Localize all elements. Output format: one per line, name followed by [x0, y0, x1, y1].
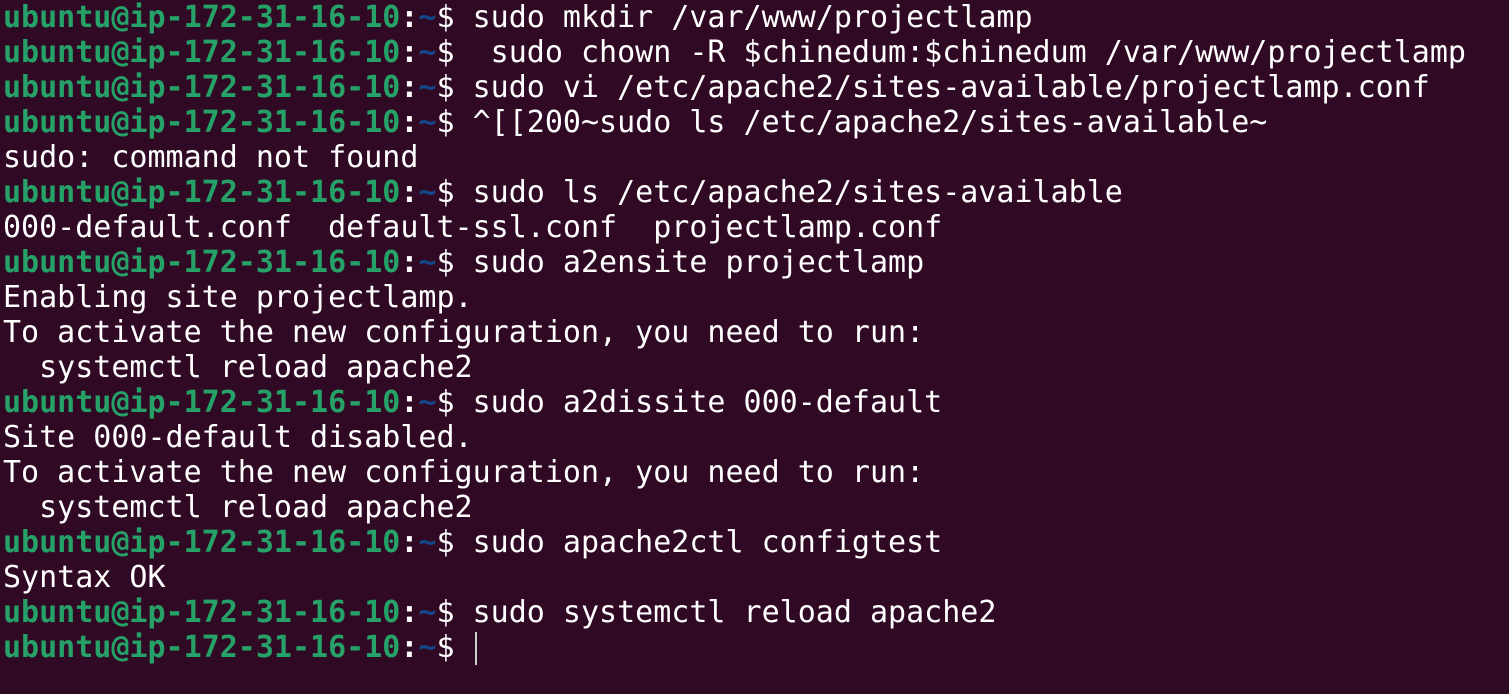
output-text: 000-default.conf default-ssl.conf projec… [3, 210, 943, 245]
prompt-cwd: ~ [418, 595, 437, 630]
command-text: sudo systemctl reload apache2 [454, 595, 997, 630]
prompt-line: ubuntu@ip-172-31-16-10:~$ sudo apache2ct… [3, 525, 1509, 560]
prompt-dollar: $ [436, 35, 455, 70]
prompt-cwd: ~ [418, 0, 437, 35]
prompt-colon: : [400, 245, 419, 280]
prompt-user-host: ubuntu@ip-172-31-16-10 [3, 0, 401, 35]
prompt-line: ubuntu@ip-172-31-16-10:~$ [3, 630, 1509, 665]
prompt-dollar: $ [436, 175, 455, 210]
prompt-dollar: $ [436, 105, 455, 140]
prompt-line: ubuntu@ip-172-31-16-10:~$ sudo systemctl… [3, 595, 1509, 630]
output-text: Site 000-default disabled. [3, 420, 473, 455]
prompt-cwd: ~ [418, 630, 437, 665]
command-text: sudo mkdir /var/www/projectlamp [454, 0, 1033, 35]
prompt-colon: : [400, 595, 419, 630]
prompt-cwd: ~ [418, 70, 437, 105]
prompt-user-host: ubuntu@ip-172-31-16-10 [3, 70, 401, 105]
output-text: systemctl reload apache2 [3, 350, 473, 385]
prompt-colon: : [400, 105, 419, 140]
output-line: Syntax OK [3, 560, 1509, 595]
prompt-line: ubuntu@ip-172-31-16-10:~$ sudo a2ensite … [3, 245, 1509, 280]
prompt-dollar: $ [436, 595, 455, 630]
output-line: systemctl reload apache2 [3, 490, 1509, 525]
terminal-window[interactable]: ubuntu@ip-172-31-16-10:~$ sudo mkdir /va… [0, 0, 1509, 694]
prompt-cwd: ~ [418, 525, 437, 560]
command-text: sudo ls /etc/apache2/sites-available [454, 175, 1123, 210]
output-text: sudo: command not found [3, 140, 419, 175]
prompt-line: ubuntu@ip-172-31-16-10:~$ sudo mkdir /va… [3, 0, 1509, 35]
prompt-user-host: ubuntu@ip-172-31-16-10 [3, 105, 401, 140]
prompt-user-host: ubuntu@ip-172-31-16-10 [3, 35, 401, 70]
prompt-colon: : [400, 525, 419, 560]
prompt-line: ubuntu@ip-172-31-16-10:~$ sudo a2dissite… [3, 385, 1509, 420]
command-text: sudo vi /etc/apache2/sites-available/pro… [454, 70, 1430, 105]
prompt-line: ubuntu@ip-172-31-16-10:~$ sudo chown -R … [3, 35, 1509, 70]
terminal-output: ubuntu@ip-172-31-16-10:~$ sudo mkdir /va… [3, 0, 1509, 665]
text-cursor[interactable] [474, 632, 477, 665]
prompt-user-host: ubuntu@ip-172-31-16-10 [3, 245, 401, 280]
command-text: ^[[200~sudo ls /etc/apache2/sites-availa… [454, 105, 1268, 140]
prompt-cwd: ~ [418, 35, 437, 70]
prompt-dollar: $ [436, 70, 455, 105]
output-line: Site 000-default disabled. [3, 420, 1509, 455]
output-text: systemctl reload apache2 [3, 490, 473, 525]
output-line: 000-default.conf default-ssl.conf projec… [3, 210, 1509, 245]
prompt-dollar: $ [436, 245, 455, 280]
prompt-user-host: ubuntu@ip-172-31-16-10 [3, 175, 401, 210]
output-line: To activate the new configuration, you n… [3, 455, 1509, 490]
prompt-dollar: $ [436, 630, 455, 665]
prompt-cwd: ~ [418, 245, 437, 280]
prompt-line: ubuntu@ip-172-31-16-10:~$ ^[[200~sudo ls… [3, 105, 1509, 140]
output-line: To activate the new configuration, you n… [3, 315, 1509, 350]
prompt-line: ubuntu@ip-172-31-16-10:~$ sudo vi /etc/a… [3, 70, 1509, 105]
prompt-dollar: $ [436, 525, 455, 560]
output-text: To activate the new configuration, you n… [3, 315, 925, 350]
command-text: sudo a2ensite projectlamp [454, 245, 925, 280]
command-text: sudo chown -R $chinedum:$chinedum /var/w… [454, 35, 1466, 70]
prompt-colon: : [400, 0, 419, 35]
prompt-user-host: ubuntu@ip-172-31-16-10 [3, 595, 401, 630]
output-line: sudo: command not found [3, 140, 1509, 175]
output-text: Enabling site projectlamp. [3, 280, 473, 315]
prompt-line: ubuntu@ip-172-31-16-10:~$ sudo ls /etc/a… [3, 175, 1509, 210]
prompt-colon: : [400, 35, 419, 70]
prompt-colon: : [400, 630, 419, 665]
command-text: sudo apache2ctl configtest [454, 525, 943, 560]
prompt-colon: : [400, 175, 419, 210]
prompt-dollar: $ [436, 0, 455, 35]
command-text [455, 630, 473, 665]
output-text: To activate the new configuration, you n… [3, 455, 925, 490]
prompt-cwd: ~ [418, 105, 437, 140]
output-line: Enabling site projectlamp. [3, 280, 1509, 315]
prompt-colon: : [400, 385, 419, 420]
command-text: sudo a2dissite 000-default [454, 385, 943, 420]
prompt-user-host: ubuntu@ip-172-31-16-10 [3, 630, 401, 665]
prompt-dollar: $ [436, 385, 455, 420]
prompt-user-host: ubuntu@ip-172-31-16-10 [3, 385, 401, 420]
prompt-user-host: ubuntu@ip-172-31-16-10 [3, 525, 401, 560]
prompt-cwd: ~ [418, 175, 437, 210]
output-line: systemctl reload apache2 [3, 350, 1509, 385]
output-text: Syntax OK [3, 560, 166, 595]
prompt-cwd: ~ [418, 385, 437, 420]
prompt-colon: : [400, 70, 419, 105]
